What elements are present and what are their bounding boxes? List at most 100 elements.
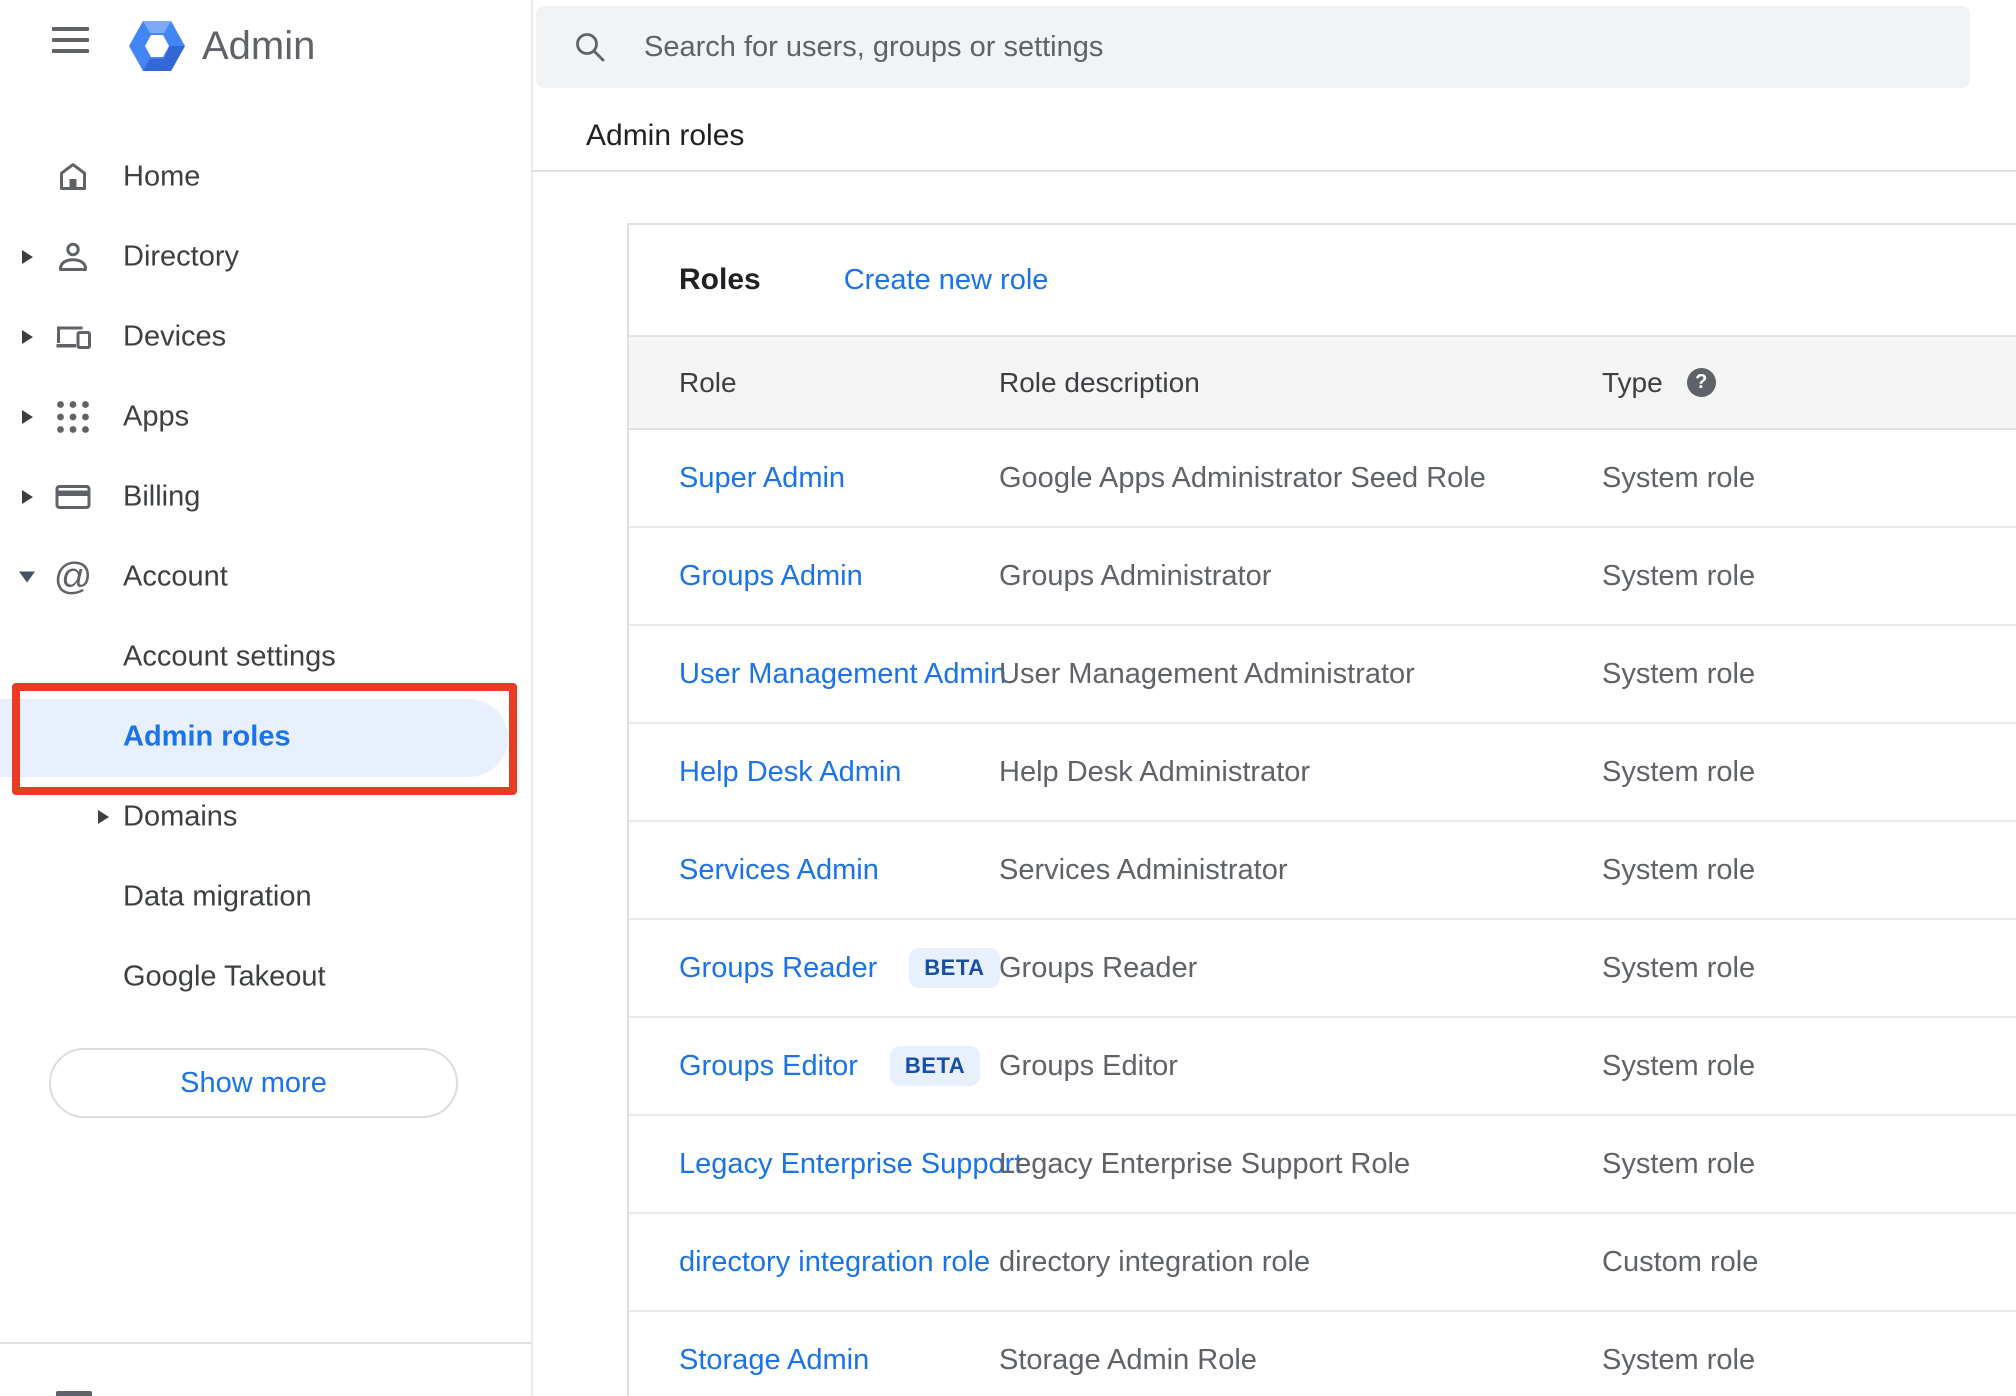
role-link[interactable]: User Management Admin [679, 658, 1006, 691]
collapse-arrow-icon[interactable] [19, 571, 35, 583]
role-cell: Groups Admin [629, 560, 999, 593]
hamburger-bar [52, 27, 89, 31]
search-input[interactable] [642, 6, 1942, 88]
sidebar-item-apps[interactable]: Apps [0, 377, 531, 457]
column-header-type: Type ? [1602, 367, 2016, 399]
sidebar-item-data-migration[interactable]: Data migration [0, 857, 531, 937]
apps-grid-icon [55, 399, 91, 435]
role-type-cell: System role [1602, 657, 1756, 690]
role-description-cell: directory integration role [999, 1245, 1311, 1278]
credit-card-icon [55, 479, 91, 515]
column-header-type-label: Type [1602, 366, 1663, 398]
column-header-role-description: Role description [999, 366, 1200, 398]
sidebar-item-label: Directory [123, 240, 240, 273]
table-row: directory integration role directory int… [629, 1214, 2016, 1312]
role-description-cell: Groups Editor [999, 1049, 1178, 1082]
hamburger-menu-icon[interactable] [52, 27, 89, 53]
role-description-cell: Storage Admin Role [999, 1343, 1257, 1376]
sidebar-item-label: Account settings [123, 640, 336, 673]
role-cell: Groups Editor BETA [629, 1046, 999, 1086]
sidebar-nav: Home Directory Devices Apps Billing @ Ac… [0, 137, 531, 1017]
role-cell: Super Admin [629, 462, 999, 495]
sidebar-item-label: Account [123, 560, 228, 593]
header-divider [531, 170, 2016, 172]
sidebar-item-admin-roles[interactable]: Admin roles [0, 683, 531, 795]
create-new-role-link[interactable]: Create new role [844, 264, 1049, 297]
show-more-button[interactable]: Show more [49, 1048, 458, 1118]
devices-icon [55, 319, 91, 355]
role-link[interactable]: Legacy Enterprise Support [679, 1148, 1022, 1181]
admin-logo-icon[interactable] [128, 18, 186, 74]
sidebar-item-devices[interactable]: Devices [0, 297, 531, 377]
sidebar-item-label: Home [123, 160, 201, 193]
role-description-cell: Groups Reader [999, 951, 1198, 984]
person-icon [55, 239, 91, 275]
role-cell: directory integration role [629, 1246, 999, 1279]
table-header-row: Role Role description Type ? [629, 335, 2016, 430]
role-cell: Storage Admin [629, 1344, 999, 1377]
column-header-role: Role [679, 366, 737, 398]
clipped-sidebar-icon [56, 1391, 92, 1396]
search-bar[interactable] [536, 6, 1970, 88]
product-name: Admin [202, 24, 316, 68]
table-row: Groups Reader BETA Groups Reader System … [629, 920, 2016, 1018]
role-cell: Legacy Enterprise Support [629, 1148, 1022, 1181]
role-description-cell: Help Desk Administrator [999, 755, 1311, 788]
role-link[interactable]: directory integration role [679, 1246, 990, 1279]
role-type-cell: System role [1602, 559, 1756, 592]
table-row: Storage Admin Storage Admin Role System … [629, 1312, 2016, 1396]
role-type-cell: Custom role [1602, 1245, 1759, 1278]
role-link[interactable]: Groups Reader [679, 952, 877, 985]
role-type-cell: System role [1602, 461, 1756, 494]
expand-arrow-icon[interactable] [22, 410, 33, 424]
beta-badge: BETA [909, 948, 1000, 988]
role-link[interactable]: Groups Editor [679, 1050, 858, 1083]
help-icon[interactable]: ? [1686, 368, 1716, 397]
at-sign-icon: @ [53, 556, 93, 598]
role-link[interactable]: Help Desk Admin [679, 756, 901, 789]
role-type-cell: System role [1602, 1049, 1756, 1082]
expand-arrow-icon[interactable] [98, 810, 109, 824]
sidebar-item-billing[interactable]: Billing [0, 457, 531, 537]
table-row: Help Desk Admin Help Desk Administrator … [629, 724, 2016, 822]
sidebar-item-home[interactable]: Home [0, 137, 531, 217]
role-description-cell: Legacy Enterprise Support Role [999, 1147, 1411, 1180]
table-row: Super Admin Google Apps Administrator Se… [629, 430, 2016, 528]
role-type-cell: System role [1602, 853, 1756, 886]
sidebar-item-directory[interactable]: Directory [0, 217, 531, 297]
role-description-cell: Google Apps Administrator Seed Role [999, 461, 1486, 494]
roles-title: Roles [679, 263, 761, 296]
sidebar-item-account-settings[interactable]: Account settings [0, 617, 531, 697]
table-row: Legacy Enterprise Support Legacy Enterpr… [629, 1116, 2016, 1214]
roles-card-header: Roles Create new role [629, 225, 2016, 335]
expand-arrow-icon[interactable] [22, 250, 33, 264]
sidebar-item-label: Data migration [123, 880, 312, 913]
sidebar-divider [0, 1342, 531, 1344]
sidebar: Admin Home Directory Devices Apps Billin… [0, 0, 531, 1396]
sidebar-item-account[interactable]: @ Account [0, 537, 531, 617]
expand-arrow-icon[interactable] [22, 490, 33, 504]
sidebar-content-divider [531, 0, 533, 1396]
role-cell: Groups Reader BETA [629, 948, 1000, 988]
table-row: User Management Admin User Management Ad… [629, 626, 2016, 724]
sidebar-item-label: Domains [123, 800, 238, 833]
role-link[interactable]: Storage Admin [679, 1344, 869, 1377]
sidebar-item-label: Admin roles [123, 720, 291, 753]
role-link[interactable]: Groups Admin [679, 560, 863, 593]
expand-arrow-icon[interactable] [22, 330, 33, 344]
sidebar-item-label: Billing [123, 480, 201, 513]
role-description-cell: Groups Administrator [999, 559, 1272, 592]
role-cell: User Management Admin [629, 658, 1006, 691]
role-cell: Help Desk Admin [629, 756, 999, 789]
role-link[interactable]: Services Admin [679, 854, 879, 887]
sidebar-item-label: Apps [123, 400, 190, 433]
role-link[interactable]: Super Admin [679, 462, 845, 495]
sidebar-item-domains[interactable]: Domains [0, 777, 531, 857]
table-row: Groups Admin Groups Administrator System… [629, 528, 2016, 626]
role-description-cell: Services Administrator [999, 853, 1288, 886]
table-row: Services Admin Services Administrator Sy… [629, 822, 2016, 920]
sidebar-item-google-takeout[interactable]: Google Takeout [0, 937, 531, 1017]
table-body: Super Admin Google Apps Administrator Se… [629, 430, 2016, 1396]
page-title: Admin roles [586, 119, 745, 152]
beta-badge: BETA [889, 1046, 981, 1086]
